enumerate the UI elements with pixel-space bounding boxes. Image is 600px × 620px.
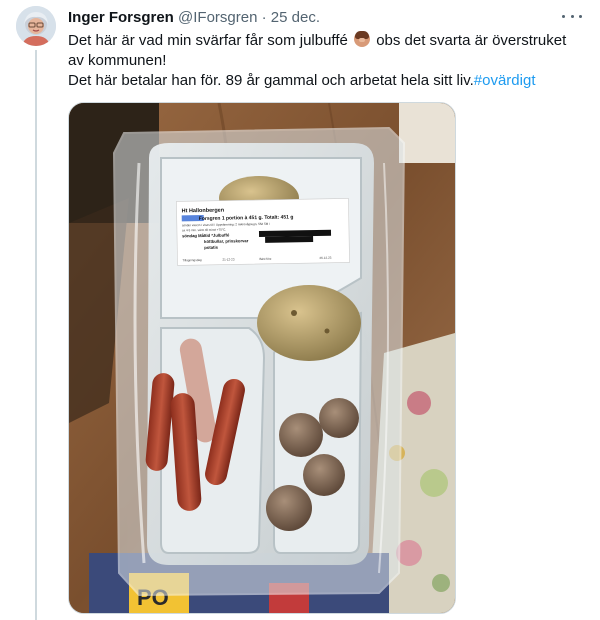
tweet-photo[interactable]: PO Ht Hallonbergen Forsgren 1 portion à … (68, 102, 456, 614)
meatball (279, 413, 323, 457)
separator-dot: · (261, 9, 267, 26)
author-handle[interactable]: @IForsgren (178, 9, 257, 26)
potato-spot (291, 310, 297, 316)
paper-corner (399, 103, 455, 163)
label-line-3: ca 4-5 min. värm till minst +75°C. (182, 228, 226, 233)
thread-line (35, 50, 37, 620)
avatar-image (16, 6, 56, 46)
more-dot (570, 14, 574, 18)
flower (420, 469, 448, 497)
more-horizontal-icon[interactable] (562, 8, 582, 24)
potato-spot (324, 328, 330, 334)
label-footer-left: Tillagningsdag (182, 258, 202, 262)
face-palm-emoji-icon (354, 31, 371, 47)
potato (257, 285, 361, 361)
tweet-header: Inger Forsgren @IForsgren · 25 dec. (68, 8, 584, 28)
tweet-text-line-2: Det här betalar han för. 89 år gammal oc… (68, 72, 474, 89)
tweet-paragraph-1: Det här är vad min svärfar får som julbu… (68, 31, 578, 71)
meatball (303, 454, 345, 496)
label-strikethrough (265, 236, 314, 243)
meatball (319, 398, 359, 438)
label-header: Ht Hallonbergen (182, 208, 225, 215)
more-dot (579, 14, 582, 18)
tweet-text: Det här är vad min svärfar får som julbu… (68, 31, 578, 91)
meatball (266, 485, 312, 531)
tweet-paragraph-2: Det här betalar han för. 89 år gammal oc… (68, 71, 578, 91)
tweet-text-part-1: Det här är vad min svärfar får som julbu… (68, 32, 348, 49)
meal-label: Ht Hallonbergen Forsgren 1 portion à 451… (176, 198, 350, 266)
label-strikethrough (258, 229, 332, 237)
label-footer-mid: Bäst före (259, 257, 271, 261)
label-line-4: söndag Måltid *Julbuffé (182, 233, 230, 239)
flower (407, 391, 431, 415)
avatar[interactable] (16, 6, 56, 46)
meal-photo-illustration: PO Ht Hallonbergen Forsgren 1 portion à … (69, 103, 455, 613)
label-footer-date-1: 21-12-23 (222, 257, 234, 261)
flower (432, 574, 450, 592)
label-line-5: köttbullar, prinskorvar (204, 238, 249, 244)
hashtag-link[interactable]: #ovärdigt (474, 72, 536, 89)
more-dot (562, 14, 565, 18)
author-name[interactable]: Inger Forsgren (68, 9, 174, 26)
tweet: Inger Forsgren @IForsgren · 25 dec. Det … (0, 0, 600, 620)
tweet-date[interactable]: 25 dec. (271, 9, 320, 26)
label-line-6: potatis (204, 245, 218, 250)
label-footer-date-2: 26-12-23 (319, 256, 331, 260)
